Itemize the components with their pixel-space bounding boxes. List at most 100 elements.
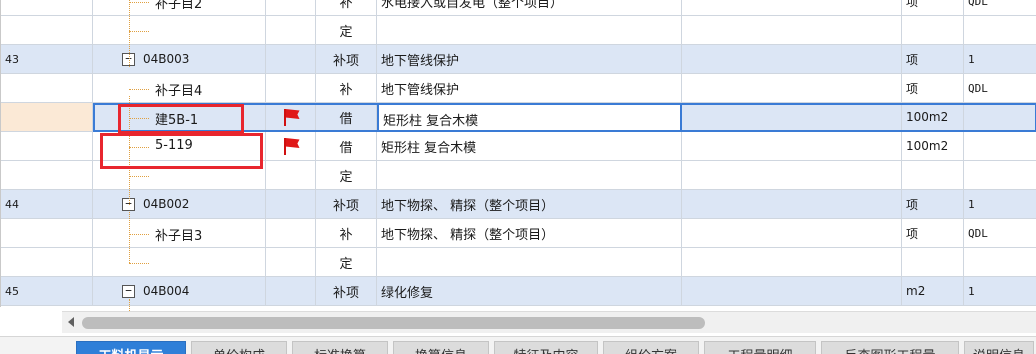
name-cell[interactable] — [377, 248, 682, 277]
code-cell[interactable] — [93, 248, 266, 277]
tree-connector — [129, 2, 149, 3]
tree-line — [129, 212, 130, 263]
tab-5[interactable]: 特征及内容 — [494, 341, 598, 354]
extra-cell — [682, 277, 902, 306]
row-number — [1, 74, 93, 103]
red-flag-icon — [281, 137, 301, 155]
tree-connector — [129, 234, 149, 235]
unit-cell — [902, 16, 964, 45]
flag-cell — [266, 45, 316, 74]
row-number — [1, 103, 93, 132]
flag-cell — [266, 161, 316, 190]
name-cell[interactable]: 地下管线保护 — [377, 74, 682, 103]
quantity-cell: QDL — [964, 74, 1036, 103]
extra-cell — [682, 45, 902, 74]
flag-cell — [266, 219, 316, 248]
highlight-box — [118, 104, 244, 134]
table-row[interactable]: 定 — [1, 248, 1036, 277]
type-cell: 补项 — [316, 277, 377, 306]
scrollbar-thumb[interactable] — [82, 317, 705, 329]
type-cell: 补项 — [316, 190, 377, 219]
extra-cell — [682, 103, 902, 132]
flag-pole — [283, 109, 286, 126]
code-text: 补子目3 — [155, 229, 203, 244]
code-text: 补子目2 — [155, 0, 203, 12]
code-cell[interactable] — [93, 16, 266, 45]
flag-cell — [266, 277, 316, 306]
unit-cell: 100m2 — [902, 132, 964, 161]
tab-4[interactable]: 换算信息 — [393, 341, 489, 354]
quantity-cell — [964, 103, 1036, 132]
quantity-cell — [964, 16, 1036, 45]
table-row[interactable]: 定 — [1, 16, 1036, 45]
flag-cell — [266, 0, 316, 16]
extra-cell — [682, 161, 902, 190]
name-cell[interactable]: 地下物探、 精探（整个项目） — [377, 190, 682, 219]
name-cell[interactable]: 矩形柱 复合木模 — [377, 132, 682, 161]
type-cell: 补 — [316, 0, 377, 16]
name-cell[interactable] — [377, 161, 682, 190]
horizontal-scrollbar[interactable] — [62, 311, 1036, 333]
extra-cell — [682, 74, 902, 103]
unit-cell — [902, 248, 964, 277]
left-gutter — [0, 311, 62, 336]
tab-9[interactable]: 说明信息 — [964, 341, 1034, 354]
name-cell[interactable]: 地下管线保护 — [377, 45, 682, 74]
flag-cell — [266, 132, 316, 161]
row-number — [1, 132, 93, 161]
name-edit-field[interactable]: 矩形柱 复合木模 — [377, 103, 682, 132]
row-number: 44 — [1, 190, 93, 219]
quantity-cell — [964, 248, 1036, 277]
tab-7[interactable]: 工程量明细 — [704, 341, 816, 354]
code-text: 04B002 — [143, 197, 190, 211]
tree-connector — [129, 176, 149, 177]
quantity-cell — [964, 132, 1036, 161]
scroll-left-arrow-icon[interactable] — [68, 317, 74, 327]
tab-3[interactable]: 标准换算 — [292, 341, 388, 354]
row-number — [1, 248, 93, 277]
extra-cell — [682, 16, 902, 45]
extra-cell — [682, 132, 902, 161]
red-flag-icon — [281, 108, 301, 126]
row-number — [1, 0, 93, 16]
bottom-tab-bar: 工料机显示单价构成标准换算换算信息特征及内容组价方案工程量明细反查图形工程量说明… — [0, 336, 1036, 354]
quantity-cell: 1 — [964, 277, 1036, 306]
unit-cell: 项 — [902, 74, 964, 103]
tab-1[interactable]: 工料机显示 — [76, 341, 186, 354]
quantity-cell: 1 — [964, 190, 1036, 219]
code-text: 补子目4 — [155, 84, 203, 99]
type-cell: 补项 — [316, 45, 377, 74]
tab-6[interactable]: 组价方案 — [603, 341, 699, 354]
unit-cell — [902, 161, 964, 190]
extra-cell — [682, 248, 902, 277]
code-text: 04B004 — [143, 284, 190, 298]
name-cell[interactable]: 水电接入或自发电（整个项目） — [377, 0, 682, 16]
quantity-cell: 1 — [964, 45, 1036, 74]
tab-8[interactable]: 反查图形工程量 — [821, 341, 959, 354]
name-edit-text: 矩形柱 复合木模 — [383, 114, 479, 129]
collapse-toggle-icon[interactable]: − — [122, 285, 135, 298]
unit-cell: 项 — [902, 45, 964, 74]
row-number — [1, 219, 93, 248]
type-cell: 补 — [316, 74, 377, 103]
name-cell[interactable]: 绿化修复 — [377, 277, 682, 306]
unit-cell: m2 — [902, 277, 964, 306]
row-number: 45 — [1, 277, 93, 306]
type-cell: 定 — [316, 161, 377, 190]
extra-cell — [682, 190, 902, 219]
extra-cell — [682, 0, 902, 16]
type-cell: 借 — [316, 103, 377, 132]
name-cell[interactable] — [377, 16, 682, 45]
quantity-cell: QDL — [964, 219, 1036, 248]
quantity-cell: QDL — [964, 0, 1036, 16]
type-cell: 定 — [316, 248, 377, 277]
row-number: 43 — [1, 45, 93, 74]
flag-cloth — [285, 109, 300, 119]
flag-cell — [266, 248, 316, 277]
tab-2[interactable]: 单价构成 — [191, 341, 287, 354]
item-grid: 补水电接入或自发电（整个项目）项 QDL 补子目2 定 43 补项 地下管线保护项 1−04B… — [0, 0, 1036, 321]
tree-connector — [129, 31, 149, 32]
type-cell: 借 — [316, 132, 377, 161]
name-cell[interactable]: 地下物探、 精探（整个项目） — [377, 219, 682, 248]
unit-cell: 项 — [902, 0, 964, 16]
